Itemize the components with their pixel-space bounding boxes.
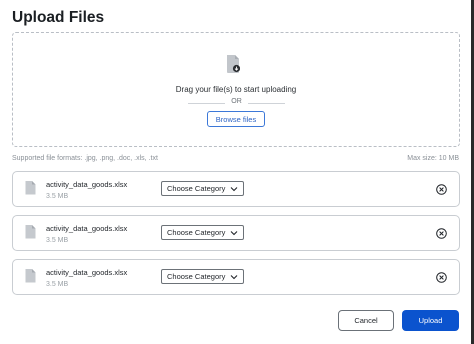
file-item: activity_data_goods.xlsx 3.5 MB Choose C…	[12, 259, 460, 295]
dropzone-instruction: Drag your file(s) to start uploading	[175, 85, 297, 94]
file-item: activity_data_goods.xlsx 3.5 MB Choose C…	[12, 171, 460, 207]
supported-formats-text: Supported file formats: .jpg, .png, .doc…	[12, 155, 158, 162]
or-label: OR	[231, 98, 242, 105]
category-select-value: Choose Category	[167, 272, 226, 281]
file-upload-icon	[227, 55, 240, 73]
file-item: activity_data_goods.xlsx 3.5 MB Choose C…	[12, 215, 460, 251]
dialog-title: Upload Files	[12, 9, 105, 26]
category-select[interactable]: Choose Category	[161, 225, 244, 240]
remove-file-icon[interactable]	[436, 272, 447, 283]
chevron-down-icon	[230, 187, 238, 192]
remove-file-icon[interactable]	[436, 228, 447, 239]
category-select[interactable]: Choose Category	[161, 181, 244, 196]
or-divider-line-right	[248, 102, 285, 104]
file-name: activity_data_goods.xlsx	[46, 268, 128, 277]
file-name: activity_data_goods.xlsx	[46, 224, 128, 233]
file-dropzone[interactable]: Drag your file(s) to start uploading OR …	[12, 32, 460, 147]
document-icon	[25, 269, 36, 283]
cancel-button[interactable]: Cancel	[338, 310, 394, 331]
category-select-value: Choose Category	[167, 228, 226, 237]
or-divider: OR	[188, 98, 285, 108]
browse-files-button[interactable]: Browse files	[207, 111, 265, 127]
file-size: 3.5 MB	[46, 193, 69, 200]
remove-file-icon[interactable]	[436, 184, 447, 195]
file-size: 3.5 MB	[46, 237, 69, 244]
document-icon	[25, 225, 36, 239]
chevron-down-icon	[230, 231, 238, 236]
chevron-down-icon	[230, 275, 238, 280]
file-name: activity_data_goods.xlsx	[46, 180, 128, 189]
max-size-text: Max size: 10 MB	[407, 155, 459, 162]
category-select[interactable]: Choose Category	[161, 269, 244, 284]
upload-button[interactable]: Upload	[402, 310, 459, 331]
document-icon	[25, 181, 36, 195]
file-size: 3.5 MB	[46, 281, 69, 288]
category-select-value: Choose Category	[167, 184, 226, 193]
